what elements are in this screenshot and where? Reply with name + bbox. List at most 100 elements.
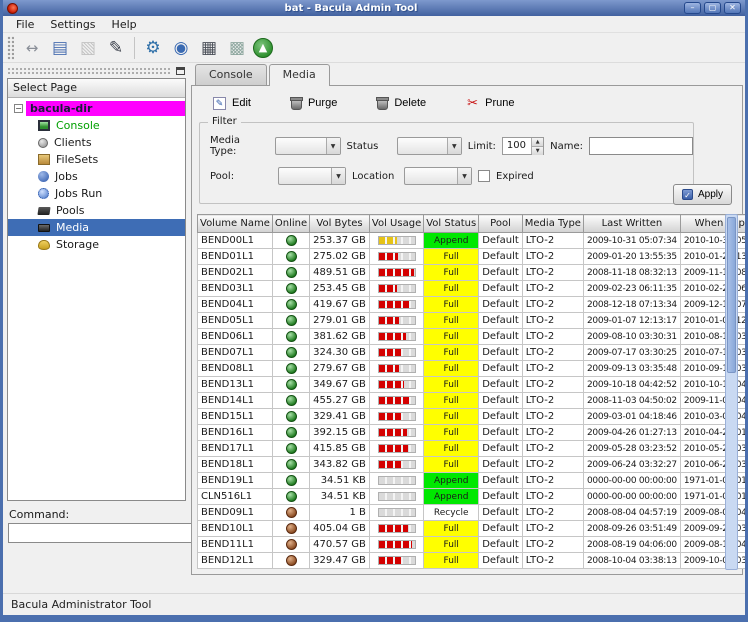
spin-up-icon[interactable]: ▲ — [532, 138, 543, 146]
online-cell[interactable] — [272, 473, 309, 489]
table-row[interactable]: BEND01L1275.02 GBFullDefaultLTO-22009-01… — [198, 249, 748, 265]
status-select[interactable]: ▼ — [397, 137, 462, 155]
last-written-cell[interactable]: 2009-09-13 03:35:48 — [583, 361, 680, 377]
volume-name-cell[interactable]: CLN516L1 — [198, 489, 273, 505]
table-row[interactable]: BEND00L1253.37 GBAppendDefaultLTO-22009-… — [198, 233, 748, 249]
maximize-button[interactable]: ▢ — [704, 2, 721, 14]
vol-status-cell[interactable]: Full — [424, 425, 479, 441]
volume-name-cell[interactable]: BEND15L1 — [198, 409, 273, 425]
online-cell[interactable] — [272, 233, 309, 249]
tab-media[interactable]: Media — [269, 64, 330, 86]
vol-bytes-cell[interactable]: 381.62 GB — [310, 329, 370, 345]
vol-bytes-cell[interactable]: 253.37 GB — [310, 233, 370, 249]
volume-name-cell[interactable]: BEND10L1 — [198, 521, 273, 537]
vol-usage-cell[interactable] — [369, 553, 423, 569]
vol-usage-cell[interactable] — [369, 345, 423, 361]
online-cell[interactable] — [272, 521, 309, 537]
report-icon[interactable]: ▧ — [76, 36, 100, 60]
table-row[interactable]: BEND06L1381.62 GBFullDefaultLTO-22009-08… — [198, 329, 748, 345]
table-row[interactable]: BEND02L1489.51 GBFullDefaultLTO-22008-11… — [198, 265, 748, 281]
column-header-online[interactable]: Online — [272, 215, 309, 233]
last-written-cell[interactable]: 0000-00-00 00:00:00 — [583, 473, 680, 489]
volume-name-cell[interactable]: BEND16L1 — [198, 425, 273, 441]
media-type-cell[interactable]: LTO-2 — [522, 505, 583, 521]
volume-name-cell[interactable]: BEND09L1 — [198, 505, 273, 521]
last-written-cell[interactable]: 2008-11-18 08:32:13 — [583, 265, 680, 281]
pool-cell[interactable]: Default — [479, 505, 523, 521]
online-cell[interactable] — [272, 249, 309, 265]
column-header-last-written[interactable]: Last Written — [583, 215, 680, 233]
last-written-cell[interactable]: 2009-08-10 03:30:31 — [583, 329, 680, 345]
vol-usage-cell[interactable] — [369, 409, 423, 425]
menu-help[interactable]: Help — [105, 17, 144, 32]
restore-icon[interactable]: ◉ — [169, 36, 193, 60]
vol-status-cell[interactable]: Full — [424, 281, 479, 297]
media-type-cell[interactable]: LTO-2 — [522, 521, 583, 537]
vol-status-cell[interactable]: Full — [424, 345, 479, 361]
online-cell[interactable] — [272, 265, 309, 281]
vol-status-cell[interactable]: Full — [424, 361, 479, 377]
connect-icon[interactable]: ↔ — [20, 36, 44, 60]
column-header-vol-bytes[interactable]: Vol Bytes — [310, 215, 370, 233]
volume-name-cell[interactable]: BEND08L1 — [198, 361, 273, 377]
dock-float-icon[interactable] — [176, 67, 185, 75]
table-row[interactable]: BEND03L1253.45 GBFullDefaultLTO-22009-02… — [198, 281, 748, 297]
online-cell[interactable] — [272, 281, 309, 297]
vol-status-cell[interactable]: Full — [424, 377, 479, 393]
media-type-cell[interactable]: LTO-2 — [522, 265, 583, 281]
vol-bytes-cell[interactable]: 253.45 GB — [310, 281, 370, 297]
sidebar-item-pools[interactable]: Pools — [8, 202, 185, 219]
purge-button[interactable]: Purge — [284, 93, 344, 113]
pool-cell[interactable]: Default — [479, 553, 523, 569]
media-type-cell[interactable]: LTO-2 — [522, 441, 583, 457]
table-row[interactable]: BEND11L1470.57 GBFullDefaultLTO-22008-08… — [198, 537, 748, 553]
pool-cell[interactable]: Default — [479, 377, 523, 393]
pool-cell[interactable]: Default — [479, 425, 523, 441]
vol-bytes-cell[interactable]: 489.51 GB — [310, 265, 370, 281]
vol-status-cell[interactable]: Full — [424, 537, 479, 553]
pool-cell[interactable]: Default — [479, 329, 523, 345]
volume-name-cell[interactable]: BEND18L1 — [198, 457, 273, 473]
vol-usage-cell[interactable] — [369, 361, 423, 377]
pool-cell[interactable]: Default — [479, 345, 523, 361]
sidebar-item-jobs-run[interactable]: Jobs Run — [8, 185, 185, 202]
vol-usage-cell[interactable] — [369, 265, 423, 281]
media-type-cell[interactable]: LTO-2 — [522, 233, 583, 249]
scrollbar-thumb[interactable] — [727, 217, 736, 373]
volume-name-cell[interactable]: BEND12L1 — [198, 553, 273, 569]
media-type-cell[interactable]: LTO-2 — [522, 249, 583, 265]
vol-bytes-cell[interactable]: 455.27 GB — [310, 393, 370, 409]
vol-status-cell[interactable]: Full — [424, 409, 479, 425]
online-cell[interactable] — [272, 489, 309, 505]
table-row[interactable]: BEND19L134.51 KBAppendDefaultLTO-20000-0… — [198, 473, 748, 489]
online-cell[interactable] — [272, 393, 309, 409]
volume-name-cell[interactable]: BEND05L1 — [198, 313, 273, 329]
volume-name-cell[interactable]: BEND14L1 — [198, 393, 273, 409]
collapse-icon[interactable]: − — [14, 104, 23, 113]
vol-bytes-cell[interactable]: 470.57 GB — [310, 537, 370, 553]
last-written-cell[interactable]: 2008-10-04 03:38:13 — [583, 553, 680, 569]
vol-bytes-cell[interactable]: 329.47 GB — [310, 553, 370, 569]
vol-status-cell[interactable]: Append — [424, 489, 479, 505]
vol-status-cell[interactable]: Append — [424, 473, 479, 489]
last-written-cell[interactable]: 2009-10-18 04:42:52 — [583, 377, 680, 393]
vol-bytes-cell[interactable]: 349.67 GB — [310, 377, 370, 393]
location-select[interactable]: ▼ — [404, 167, 472, 185]
vol-status-cell[interactable]: Full — [424, 313, 479, 329]
pool-cell[interactable]: Default — [479, 233, 523, 249]
prune-button[interactable]: ✂Prune — [459, 94, 521, 113]
volume-name-cell[interactable]: BEND13L1 — [198, 377, 273, 393]
media-type-cell[interactable]: LTO-2 — [522, 409, 583, 425]
last-written-cell[interactable]: 2009-10-31 05:07:34 — [583, 233, 680, 249]
vol-status-cell[interactable]: Full — [424, 297, 479, 313]
last-written-cell[interactable]: 2008-08-04 04:57:19 — [583, 505, 680, 521]
expired-checkbox[interactable] — [478, 170, 490, 182]
run-job-icon[interactable]: ⚙ — [141, 36, 165, 60]
vol-status-cell[interactable]: Full — [424, 265, 479, 281]
volume-name-cell[interactable]: BEND17L1 — [198, 441, 273, 457]
last-written-cell[interactable]: 2008-09-26 03:51:49 — [583, 521, 680, 537]
table-scrollbar[interactable] — [725, 214, 738, 570]
vol-status-cell[interactable]: Full — [424, 329, 479, 345]
volume-name-cell[interactable]: BEND00L1 — [198, 233, 273, 249]
table-row[interactable]: CLN516L134.51 KBAppendDefaultLTO-20000-0… — [198, 489, 748, 505]
